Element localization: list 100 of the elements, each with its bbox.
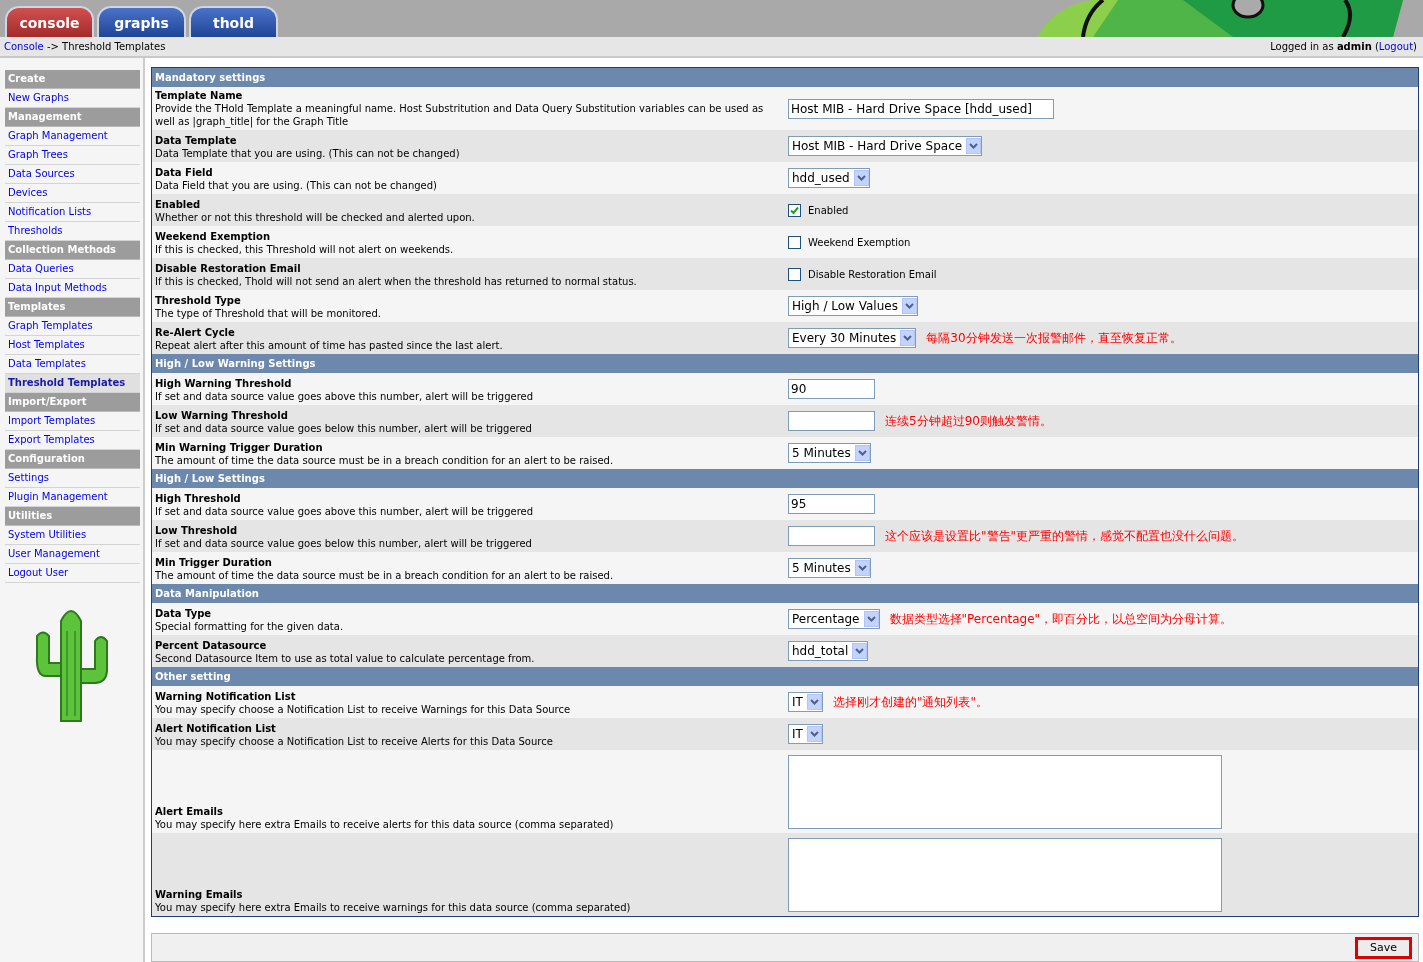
field-title: Template Name <box>155 89 244 102</box>
checkbox-label: Enabled <box>808 204 849 216</box>
field-description: Repeat alert after this amount of time has pasted since the last alert. <box>155 339 504 352</box>
field-title: High Warning Threshold <box>155 377 293 390</box>
sidebar-link[interactable]: Data Queries <box>5 260 140 279</box>
field-title: Percent Datasource <box>155 639 268 652</box>
dropdown[interactable]: hdd_used <box>788 168 870 188</box>
field-description: If this is checked, Thold will not send an alert when the threshold has returned to normal status. <box>155 275 638 288</box>
field-description: If set and data source value goes above this number, alert will be triggered <box>155 505 535 518</box>
text-area[interactable] <box>788 754 1222 829</box>
checkbox[interactable] <box>788 267 801 281</box>
sidebar-header: Utilities <box>5 507 140 526</box>
sidebar-header: Create <box>5 70 140 89</box>
field-title: Data Template <box>155 134 238 147</box>
nav-tab[interactable]: graphs <box>97 6 186 37</box>
sidebar-link[interactable]: Host Templates <box>5 336 140 355</box>
field-title: Min Trigger Duration <box>155 556 273 569</box>
field-description: You may specify choose a Notification List to receive Alerts for this Data Source <box>155 735 554 748</box>
sidebar-link[interactable]: Devices <box>5 184 140 203</box>
field-description: You may specify here extra Emails to receive alerts for this data source (comma separated) <box>155 818 615 831</box>
nav-tab[interactable]: console <box>5 6 94 37</box>
field-title: Warning Emails <box>155 888 244 901</box>
field-title: Alert Emails <box>155 805 224 818</box>
field-description: If set and data source value goes below this number, alert will be triggered <box>155 422 533 435</box>
field-description: Data Template that you are using. (This can not be changed) <box>155 147 461 160</box>
sidebar-header: Templates <box>5 298 140 317</box>
checkbox[interactable] <box>788 235 801 249</box>
field-title: Low Warning Threshold <box>155 409 289 422</box>
dropdown[interactable]: IT <box>788 724 823 744</box>
dropdown[interactable]: Host MIB - Hard Drive Space <box>788 136 983 156</box>
breadcrumb-link[interactable]: Console <box>4 41 44 52</box>
field-description: If set and data source value goes below this number, alert will be triggered <box>155 537 533 550</box>
field-description: The type of Threshold that will be monitored. <box>155 307 382 320</box>
sidebar-link[interactable]: Graph Trees <box>5 146 140 165</box>
checkbox-label: Disable Restoration Email <box>808 268 937 280</box>
field-title: Disable Restoration Email <box>155 262 302 275</box>
sidebar-link[interactable]: System Utilities <box>5 526 140 545</box>
dropdown[interactable]: Percentage <box>788 609 880 629</box>
field-title: Low Threshold <box>155 524 239 537</box>
checkbox[interactable] <box>788 203 801 217</box>
annotation-note: 这个应该是设置比"警告"更严重的警情，感觉不配置也没什么问题。 <box>885 527 1245 545</box>
field-title: High Threshold <box>155 492 242 505</box>
sidebar-header: Management <box>5 108 140 127</box>
breadcrumb-current: Threshold Templates <box>62 41 166 52</box>
sidebar-header: Import/Export <box>5 393 140 412</box>
field-description: The amount of time the data source must be in a breach condition for an alert to be raised. <box>155 569 615 582</box>
field-description: Special formatting for the given data. <box>155 620 345 633</box>
nav-tab[interactable]: thold <box>189 6 278 37</box>
section-header: High / Low Warning Settings <box>152 354 1418 373</box>
sidebar-link[interactable]: Logout User <box>5 564 140 583</box>
sidebar-header: Collection Methods <box>5 241 140 260</box>
field-description: Data Field that you are using. (This can not be changed) <box>155 179 439 192</box>
annotation-note: 每隔30分钟发送一次报警邮件，直至恢复正常。 <box>926 329 1182 347</box>
sidebar-header: Configuration <box>5 450 140 469</box>
field-title: Warning Notification List <box>155 690 297 703</box>
field-description: You may specify choose a Notification List to receive Warnings for this Data Source <box>155 703 572 716</box>
field-description: If set and data source value goes above this number, alert will be triggered <box>155 390 535 403</box>
text-field[interactable]: 90 <box>788 379 875 399</box>
save-button[interactable]: Save <box>1355 936 1412 959</box>
sidebar-link[interactable]: Threshold Templates <box>5 374 140 393</box>
field-description: Whether or not this threshold will be checked and alerted upon. <box>155 211 476 224</box>
sidebar-link[interactable]: User Management <box>5 545 140 564</box>
login-paren: ) <box>1413 41 1417 52</box>
section-header: Other setting <box>152 667 1418 686</box>
sidebar-link[interactable]: Notification Lists <box>5 203 140 222</box>
field-description: Second Datasource Item to use as total value to calculate percentage from. <box>155 652 536 665</box>
section-header: Data Manipulation <box>152 584 1418 603</box>
dropdown[interactable]: 5 Minutes <box>788 443 871 463</box>
dropdown[interactable]: Every 30 Minutes <box>788 328 917 348</box>
section-header: High / Low Settings <box>152 469 1418 488</box>
sidebar-link[interactable]: Graph Templates <box>5 317 140 336</box>
field-title: Re-Alert Cycle <box>155 326 236 339</box>
dropdown[interactable]: High / Low Values <box>788 296 918 316</box>
text-field[interactable] <box>788 526 875 546</box>
annotation-note: 数据类型选择"Percentage"，即百分比，以总空间为分母计算。 <box>889 610 1233 628</box>
sidebar-link[interactable]: Data Sources <box>5 165 140 184</box>
checkbox-label: Weekend Exemption <box>808 236 911 248</box>
sidebar-link[interactable]: Import Templates <box>5 412 140 431</box>
field-title: Alert Notification List <box>155 722 277 735</box>
field-description: Provide the THold Template a meaningful name. Host Substritution and Data Query Substitution variables can be used as well as |graph_title| for the Graph Title <box>155 102 765 128</box>
dropdown[interactable]: hdd_total <box>788 641 869 661</box>
field-title: Data Type <box>155 607 213 620</box>
text-field[interactable] <box>788 411 875 431</box>
dropdown[interactable]: IT <box>788 692 823 712</box>
breadcrumb-separator: -> <box>46 41 59 52</box>
section-header: Mandatory settings <box>152 68 1418 87</box>
login-status: Logged in as admin ( <box>1270 41 1379 52</box>
field-title: Data Field <box>155 166 214 179</box>
sidebar-link[interactable]: Graph Management <box>5 127 140 146</box>
sidebar-link[interactable]: Settings <box>5 469 140 488</box>
field-description: If this is checked, this Threshold will not alert on weekends. <box>155 243 455 256</box>
dropdown[interactable]: 5 Minutes <box>788 558 871 578</box>
text-field[interactable]: Host MIB - Hard Drive Space [hdd_used] <box>788 98 1054 119</box>
annotation-note: 选择刚才创建的"通知列表"。 <box>832 693 988 711</box>
text-field[interactable]: 95 <box>788 494 875 514</box>
text-area[interactable] <box>788 837 1222 912</box>
field-title: Min Warning Trigger Duration <box>155 441 324 454</box>
field-title: Enabled <box>155 198 202 211</box>
field-description: The amount of time the data source must be in a breach condition for an alert to be raised. <box>155 454 615 467</box>
field-title: Threshold Type <box>155 294 242 307</box>
